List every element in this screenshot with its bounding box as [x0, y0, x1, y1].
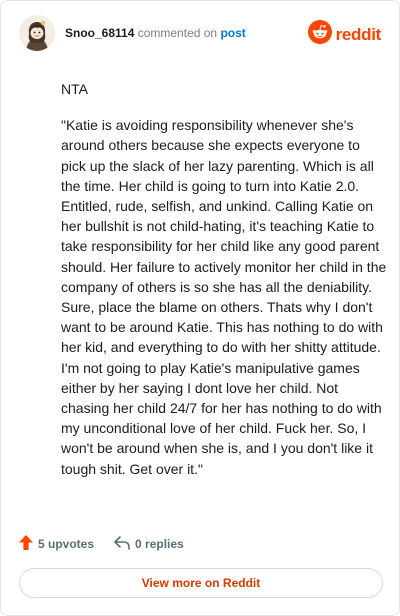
action-text: commented on — [137, 26, 218, 40]
byline: Snoo_68114 commented on post — [65, 25, 246, 41]
comment-header: Snoo_68114 commented on post reddit — [19, 15, 381, 51]
view-more-button[interactable]: View more on Reddit — [19, 568, 383, 598]
embedded-comment-card: Snoo_68114 commented on post reddit NTA … — [0, 0, 400, 616]
upvote-arrow-icon — [19, 535, 38, 553]
replies-stat[interactable]: 0 replies — [114, 535, 184, 553]
reddit-brand[interactable]: reddit — [307, 20, 382, 49]
snoo-avatar-icon[interactable] — [19, 15, 55, 51]
username-link[interactable]: Snoo_68114 — [65, 26, 134, 40]
upvotes-stat[interactable]: 5 upvotes — [19, 535, 94, 553]
post-link[interactable]: post — [220, 26, 245, 40]
reply-icon — [114, 535, 135, 553]
reddit-wordmark: reddit — [335, 24, 382, 44]
reddit-logo-icon — [307, 20, 332, 49]
replies-count: 0 replies — [135, 537, 184, 551]
comment-body: NTA "Katie is avoiding responsibility wh… — [61, 79, 387, 495]
comment-footer: 5 upvotes 0 replies — [19, 534, 184, 554]
comment-paragraph: NTA — [61, 81, 88, 97]
comment-paragraph: "Katie is avoiding responsibility whenev… — [61, 117, 387, 477]
upvotes-count: 5 upvotes — [38, 537, 95, 551]
